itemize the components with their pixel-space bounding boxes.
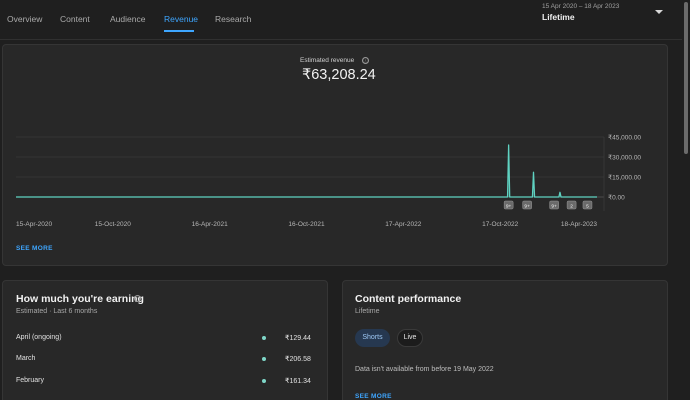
data-unavailable-notice: Data isn't available from before 19 May … bbox=[355, 366, 494, 373]
earnings-row-dot bbox=[262, 357, 266, 361]
chart-y-tick-label: ₹0.00 bbox=[608, 194, 625, 202]
chart-content-marker[interactable]: 9+ bbox=[522, 200, 532, 209]
see-more-link[interactable]: SEE MORE bbox=[355, 393, 392, 400]
chart-y-tick-label: ₹45,000.00 bbox=[608, 134, 641, 142]
chart-y-tick-label: ₹30,000.00 bbox=[608, 154, 641, 162]
earnings-subtitle: Estimated · Last 6 months bbox=[16, 308, 98, 315]
chart-content-marker-label[interactable]: 2 bbox=[570, 203, 573, 209]
chart-x-tick-label: 18-Apr-2023 bbox=[561, 221, 598, 228]
earnings-row-label: March bbox=[16, 355, 36, 362]
chart-x-tick-label: 15-Apr-2020 bbox=[16, 221, 53, 228]
chip-live[interactable]: Live bbox=[397, 329, 423, 347]
earnings-row-value: ₹129.44 bbox=[285, 335, 311, 342]
earnings-row-dot bbox=[262, 379, 266, 383]
content-performance-title: Content performance bbox=[355, 293, 462, 305]
chart-content-marker[interactable]: 2 bbox=[566, 200, 577, 209]
chart-content-marker[interactable]: 9+ bbox=[549, 200, 559, 209]
chart-x-tick-label: 16-Apr-2021 bbox=[192, 221, 229, 228]
earnings-row-dot bbox=[262, 336, 266, 340]
earnings-row-value: ₹206.58 bbox=[285, 356, 311, 363]
chart-x-tick-label: 15-Oct-2020 bbox=[95, 221, 132, 228]
chip-shorts[interactable]: Shorts bbox=[355, 329, 390, 347]
chart-content-marker-label[interactable]: 9+ bbox=[551, 203, 557, 209]
chart-content-marker[interactable]: 9+ bbox=[503, 200, 514, 209]
chart-series-line bbox=[16, 144, 597, 198]
chart-content-marker[interactable]: 5 bbox=[582, 200, 593, 209]
chart-x-tick-label: 16-Oct-2021 bbox=[288, 221, 325, 228]
chart-content-marker-label[interactable]: 9+ bbox=[524, 203, 530, 209]
earnings-title: How much you're earning bbox=[16, 293, 144, 305]
chart-x-tick-label: 17-Oct-2022 bbox=[482, 221, 519, 228]
earnings-row-value: ₹161.34 bbox=[285, 378, 311, 385]
content-performance-subtitle: Lifetime bbox=[355, 308, 380, 315]
earnings-row-label: February bbox=[16, 377, 45, 384]
chart-y-tick-label: ₹15,000.00 bbox=[608, 174, 641, 182]
info-icon[interactable]: ⓘ bbox=[134, 295, 141, 302]
chart-content-marker-label[interactable]: 9+ bbox=[506, 203, 512, 209]
chart-content-marker-label[interactable]: 5 bbox=[586, 203, 589, 209]
see-more-link[interactable]: SEE MORE bbox=[16, 245, 53, 252]
earnings-row-label: April (ongoing) bbox=[16, 334, 62, 341]
chart-x-tick-label: 17-Apr-2022 bbox=[385, 221, 422, 228]
